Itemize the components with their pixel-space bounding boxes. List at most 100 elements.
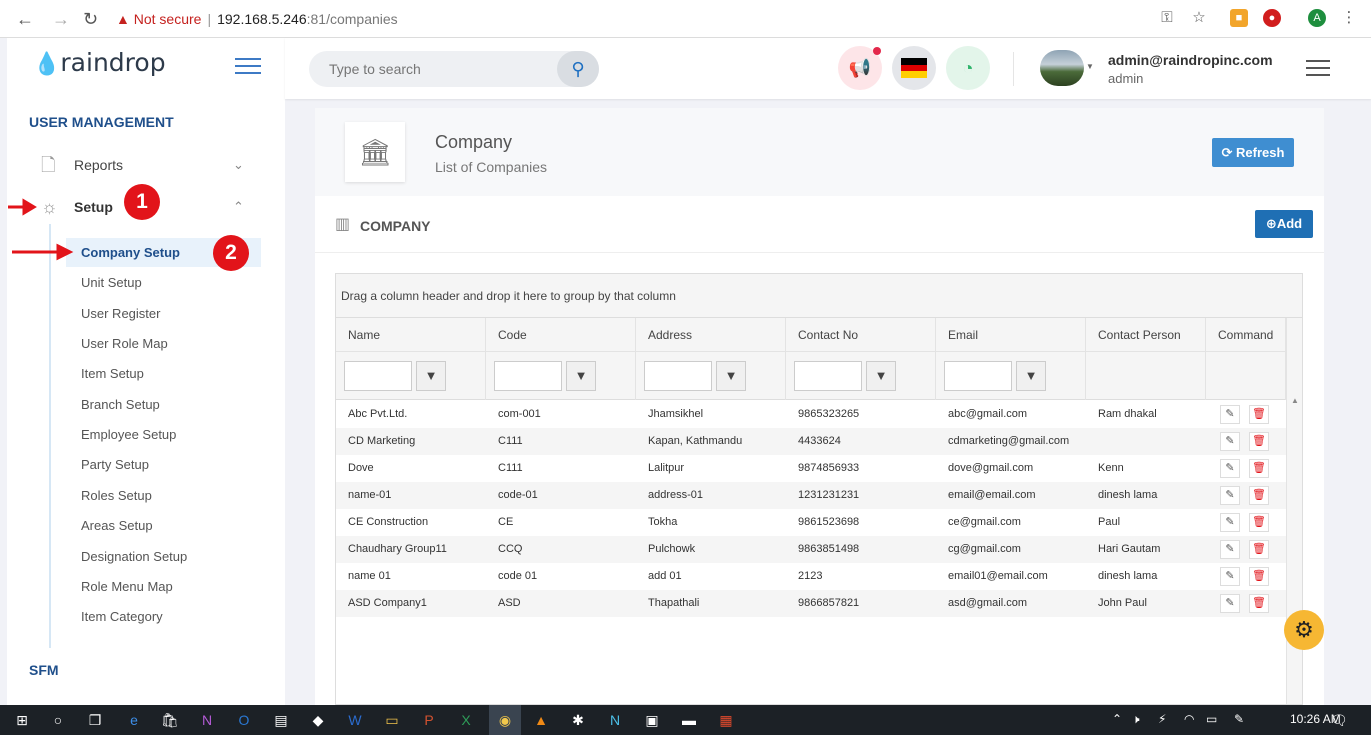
sidebar-item-role-menu-map[interactable]: Role Menu Map bbox=[81, 577, 173, 597]
filter-input[interactable] bbox=[494, 361, 562, 391]
column-header-contact-person[interactable]: Contact Person bbox=[1086, 318, 1206, 352]
sidebar-item-item-setup[interactable]: Item Setup bbox=[81, 364, 144, 384]
table-row[interactable]: ASD Company1 ASD Thapathali 9866857821 asd@g… bbox=[336, 590, 1286, 617]
sidebar-item-user-role-map[interactable]: User Role Map bbox=[81, 334, 168, 354]
column-header-email[interactable]: Email bbox=[936, 318, 1086, 352]
filter-icon[interactable]: ▼ bbox=[716, 361, 746, 391]
notepad-icon[interactable]: N bbox=[605, 710, 625, 730]
profile-avatar[interactable]: A bbox=[1308, 9, 1326, 27]
sidebar-item-designation-setup[interactable]: Designation Setup bbox=[81, 547, 187, 567]
delete-icon[interactable]: 🗑 bbox=[1249, 513, 1269, 532]
sidebar-toggle-icon[interactable] bbox=[235, 58, 261, 76]
battery-icon[interactable]: ▭ bbox=[1206, 712, 1217, 726]
cmd-icon[interactable]: ▬ bbox=[679, 710, 699, 730]
file-explorer-icon[interactable]: ▭ bbox=[382, 710, 402, 730]
avatar[interactable] bbox=[1040, 50, 1084, 86]
sidebar-item-company-setup[interactable]: Company Setup bbox=[81, 243, 180, 263]
sidebar-item-item-category[interactable]: Item Category bbox=[81, 607, 163, 627]
onenote-icon[interactable]: N bbox=[197, 710, 217, 730]
filter-input[interactable] bbox=[344, 361, 412, 391]
group-panel[interactable]: Drag a column header and drop it here to… bbox=[336, 274, 1302, 318]
filter-icon[interactable]: ▼ bbox=[866, 361, 896, 391]
filter-icon[interactable]: ▼ bbox=[1016, 361, 1046, 391]
search-circle-icon[interactable]: ○ bbox=[48, 710, 68, 730]
search-input[interactable] bbox=[309, 51, 549, 87]
column-header-name[interactable]: Name bbox=[336, 318, 486, 352]
outlook-icon[interactable]: O bbox=[234, 710, 254, 730]
extension-lock-icon[interactable]: ■ bbox=[1230, 9, 1248, 27]
table-row[interactable]: CD Marketing C111 Kapan, Kathmandu 4433624 c… bbox=[336, 428, 1286, 455]
sidebar-item-roles-setup[interactable]: Roles Setup bbox=[81, 486, 152, 506]
sidebar-item-branch-setup[interactable]: Branch Setup bbox=[81, 395, 160, 415]
edit-icon[interactable]: ✎ bbox=[1220, 567, 1240, 586]
network-icon[interactable]: ⚡ bbox=[1158, 712, 1166, 726]
search-icon[interactable]: ⚲ bbox=[557, 51, 599, 87]
delete-icon[interactable]: 🗑 bbox=[1249, 594, 1269, 613]
edit-icon[interactable]: ✎ bbox=[1220, 405, 1240, 424]
table-row[interactable]: Chaudhary Group11 CCQ Pulchowk 9863851498 cg… bbox=[336, 536, 1286, 563]
sidebar-item-areas-setup[interactable]: Areas Setup bbox=[81, 516, 153, 536]
table-row[interactable]: Dove C111 Lalitpur 9874856933 dove@gmail.com… bbox=[336, 455, 1286, 482]
notification-center-icon[interactable]: 🗨 bbox=[1330, 712, 1348, 729]
settings-gear-icon[interactable]: ⚙ bbox=[1284, 610, 1324, 650]
column-header-code[interactable]: Code bbox=[486, 318, 636, 352]
task-view-icon[interactable]: ❐ bbox=[85, 710, 105, 730]
volume-icon[interactable]: 🕨 bbox=[1132, 712, 1140, 727]
language-flag-icon[interactable] bbox=[892, 46, 936, 90]
filter-input[interactable] bbox=[794, 361, 862, 391]
chrome-icon[interactable]: ◉ bbox=[495, 710, 515, 730]
delete-icon[interactable]: 🗑 bbox=[1249, 459, 1269, 478]
sidebar-item-unit-setup[interactable]: Unit Setup bbox=[81, 273, 142, 293]
edit-icon[interactable]: ✎ bbox=[1220, 486, 1240, 505]
filter-icon[interactable]: ▼ bbox=[566, 361, 596, 391]
edit-icon[interactable]: ✎ bbox=[1220, 540, 1240, 559]
caret-down-icon[interactable]: ▼ bbox=[1086, 62, 1094, 71]
menu-icon[interactable] bbox=[1306, 60, 1330, 81]
column-header-contact-no[interactable]: Contact No bbox=[786, 318, 936, 352]
refresh-button[interactable]: ⟳ Refresh bbox=[1212, 138, 1294, 167]
winrar-icon[interactable]: ▦ bbox=[716, 710, 736, 730]
sidebar-item-user-register[interactable]: User Register bbox=[81, 304, 160, 324]
delete-icon[interactable]: 🗑 bbox=[1249, 432, 1269, 451]
filter-icon[interactable]: ▼ bbox=[416, 361, 446, 391]
vlc-icon[interactable]: ▲ bbox=[531, 710, 551, 730]
key-icon[interactable]: ⚿ bbox=[1158, 9, 1176, 27]
kebab-menu-icon[interactable]: ⋮ bbox=[1340, 9, 1358, 27]
logo[interactable]: 💧raindrop bbox=[33, 48, 166, 77]
add-button[interactable]: ⊕Add bbox=[1255, 210, 1313, 238]
delete-icon[interactable]: 🗑 bbox=[1249, 540, 1269, 559]
back-icon[interactable]: ← bbox=[16, 9, 34, 29]
star-icon[interactable]: ☆ bbox=[1190, 9, 1208, 27]
word-icon[interactable]: W bbox=[345, 710, 365, 730]
edit-icon[interactable]: ✎ bbox=[1220, 459, 1240, 478]
edit-icon[interactable]: ✎ bbox=[1220, 513, 1240, 532]
app2-icon[interactable]: ▣ bbox=[642, 710, 662, 730]
table-row[interactable]: name-01 code-01 address-01 1231231231 email@… bbox=[336, 482, 1286, 509]
scroll-up-icon[interactable]: ▲ bbox=[1291, 396, 1299, 405]
app-icon[interactable]: ◆ bbox=[308, 710, 328, 730]
table-row[interactable]: Abc Pvt.Ltd. com-001 Jhamsikhel 9865323265 a… bbox=[336, 401, 1286, 428]
adblock-icon[interactable]: ● bbox=[1263, 9, 1281, 27]
pie-chart-icon[interactable]: ◔ bbox=[946, 46, 990, 90]
reload-icon[interactable]: ↻ bbox=[83, 9, 98, 29]
table-row[interactable]: name 01 code 01 add 01 2123 email01@email.co… bbox=[336, 563, 1286, 590]
filter-input[interactable] bbox=[644, 361, 712, 391]
column-header-address[interactable]: Address bbox=[636, 318, 786, 352]
table-row[interactable]: CE Construction CE Tokha 9861523698 ce@gmail… bbox=[336, 509, 1286, 536]
sidebar-item-party-setup[interactable]: Party Setup bbox=[81, 455, 149, 475]
powerpoint-icon[interactable]: P bbox=[419, 710, 439, 730]
windows-start-icon[interactable]: ⊞ bbox=[12, 710, 32, 730]
address-bar[interactable]: ▲ Not secure | 192.168.5.246:81/companies bbox=[116, 9, 398, 29]
filter-input[interactable] bbox=[944, 361, 1012, 391]
sidebar-item-employee-setup[interactable]: Employee Setup bbox=[81, 425, 176, 445]
edit-icon[interactable]: ✎ bbox=[1220, 594, 1240, 613]
edit-icon[interactable]: ✎ bbox=[1220, 432, 1240, 451]
forward-icon[interactable]: → bbox=[52, 9, 70, 29]
pen-icon[interactable]: ✎ bbox=[1234, 712, 1244, 726]
excel-icon[interactable]: X bbox=[456, 710, 476, 730]
file-app-icon[interactable]: ▤ bbox=[271, 710, 291, 730]
edge-icon[interactable]: e bbox=[124, 710, 144, 730]
tray-chevron-up-icon[interactable]: ⌃ bbox=[1112, 712, 1122, 726]
slack-icon[interactable]: ✱ bbox=[568, 710, 588, 730]
delete-icon[interactable]: 🗑 bbox=[1249, 567, 1269, 586]
